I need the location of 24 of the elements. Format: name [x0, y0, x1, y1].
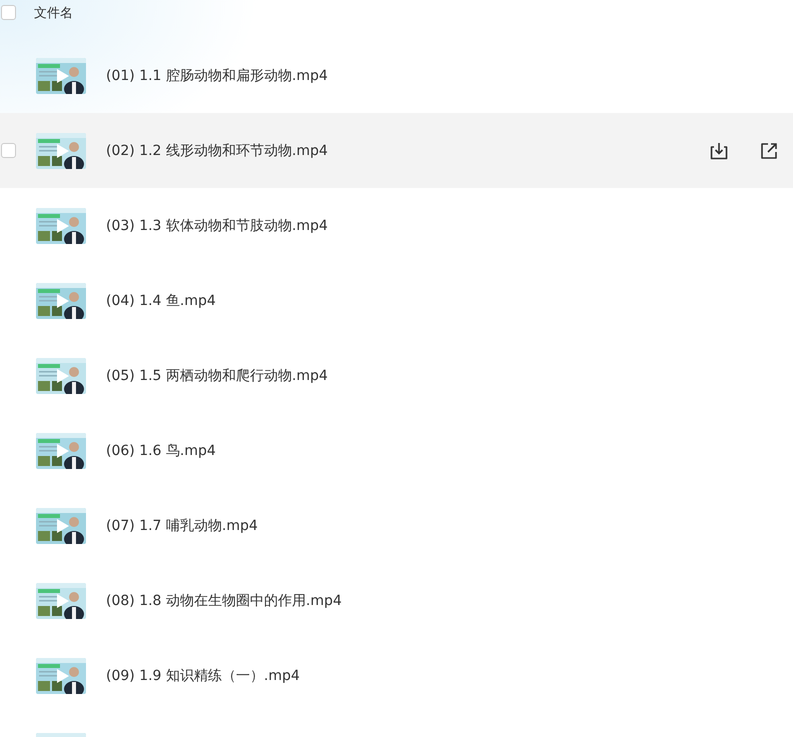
file-name[interactable]: (09) 1.9 知识精练（一）.mp4: [106, 666, 300, 684]
file-name[interactable]: (04) 1.4 鱼.mp4: [106, 292, 216, 310]
file-name[interactable]: (01) 1.1 腔肠动物和扁形动物.mp4: [106, 66, 328, 84]
checkbox[interactable]: [1, 5, 16, 20]
column-header: 文件名: [34, 5, 73, 23]
file-name[interactable]: (07) 1.7 哺乳动物.mp4: [106, 516, 258, 534]
file-name[interactable]: (08) 1.8 动物在生物圈中的作用.mp4: [106, 592, 342, 610]
file-name[interactable]: (03) 1.3 软体动物和节肢动物.mp4: [106, 216, 328, 234]
play-icon: [55, 518, 70, 534]
play-icon: [55, 592, 70, 608]
file-name[interactable]: (02) 1.2 线形动物和环节动物.mp4: [106, 142, 328, 160]
checkbox[interactable]: [1, 143, 16, 158]
play-icon: [55, 142, 70, 158]
play-icon: [55, 668, 70, 684]
download-icon: [709, 140, 729, 160]
file-row[interactable]: (02) 1.2 线形动物和环节动物.mp4: [0, 113, 793, 188]
file-name[interactable]: (05) 1.5 两栖动物和爬行动物.mp4: [106, 366, 328, 384]
play-icon: [55, 68, 70, 84]
play-icon: [55, 292, 70, 308]
file-name[interactable]: (06) 1.6 鸟.mp4: [106, 442, 216, 460]
play-icon: [55, 442, 70, 458]
play-icon: [55, 218, 70, 234]
play-icon: [55, 368, 70, 384]
external-link-icon: [759, 140, 779, 160]
